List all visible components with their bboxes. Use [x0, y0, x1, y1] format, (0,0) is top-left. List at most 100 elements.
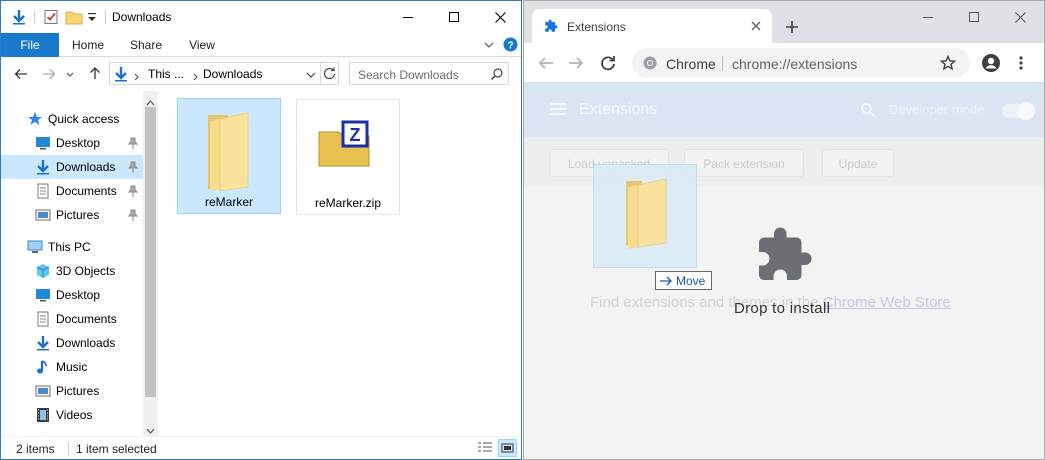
sidebar-item-documents[interactable]: Documents	[1, 179, 143, 203]
tab-view[interactable]: View	[178, 33, 226, 57]
breadcrumb-this-pc[interactable]: This ...	[148, 67, 184, 81]
tab-strip[interactable]: Extensions	[524, 1, 1044, 43]
window-title: Downloads	[112, 10, 172, 24]
more-menu-icon[interactable]	[1016, 55, 1026, 71]
navigation-pane: Quick access Desktop Downloads Documents	[1, 91, 143, 436]
breadcrumb-chevron-icon[interactable]	[192, 70, 200, 81]
close-button[interactable]	[477, 1, 521, 33]
close-tab-icon[interactable]	[750, 20, 762, 32]
address-dropdown-icon[interactable]	[306, 69, 316, 79]
chrome-minimize-button[interactable]	[905, 1, 951, 33]
search-input[interactable]: Search Downloads	[349, 62, 509, 85]
documents-icon	[35, 311, 51, 327]
expand-ribbon-icon[interactable]	[483, 39, 495, 51]
title-bar[interactable]: Downloads	[1, 1, 521, 33]
customize-toolbar-icon[interactable]	[87, 10, 97, 24]
bookmark-star-icon[interactable]	[939, 54, 957, 71]
chrome-close-button[interactable]	[997, 1, 1043, 33]
chrome-maximize-button[interactable]	[951, 1, 997, 33]
developer-mode-toggle[interactable]	[1002, 102, 1035, 120]
sidebar-item-label: Music	[56, 360, 88, 374]
sidebar-item-music[interactable]: Music	[1, 355, 143, 379]
divider	[68, 442, 69, 455]
pin-icon[interactable]	[127, 185, 139, 197]
navigation-scrollbar[interactable]	[143, 91, 158, 436]
omnibox[interactable]: Chrome chrome://extensions	[632, 48, 970, 78]
file-item-folder[interactable]: reMarker	[177, 98, 281, 214]
tab-home[interactable]: Home	[63, 33, 113, 57]
download-arrow-icon[interactable]	[11, 9, 27, 25]
scrollbar-thumb[interactable]	[145, 107, 156, 397]
sidebar-item-pc-pictures[interactable]: Pictures	[1, 379, 143, 403]
sidebar-item-desktop[interactable]: Desktop	[1, 131, 143, 155]
sidebar-item-this-pc[interactable]: This PC	[1, 235, 143, 259]
sidebar-item-quick-access[interactable]: Quick access	[1, 107, 143, 131]
forward-arrow-icon[interactable]	[568, 55, 584, 71]
back-arrow-icon[interactable]	[13, 66, 29, 82]
details-view-icon[interactable]	[477, 441, 493, 455]
reload-icon[interactable]	[600, 55, 616, 71]
file-list[interactable]: reMarker Z reMarker.zip	[158, 91, 521, 436]
address-bar[interactable]: This ... Downloads	[109, 62, 339, 85]
scroll-up-icon[interactable]	[146, 95, 155, 106]
breadcrumb-downloads[interactable]: Downloads	[203, 67, 262, 81]
puzzle-piece-icon	[754, 225, 814, 285]
up-arrow-icon[interactable]	[87, 65, 103, 81]
sidebar-item-label: Desktop	[56, 288, 101, 302]
new-tab-icon[interactable]	[785, 20, 799, 34]
film-icon	[35, 407, 51, 423]
star-icon	[27, 111, 43, 127]
downloads-icon	[35, 159, 51, 175]
tab-extensions[interactable]: Extensions	[532, 9, 772, 43]
pictures-icon	[35, 207, 51, 223]
sidebar-item-pc-documents[interactable]: Documents	[1, 307, 143, 331]
large-icons-view-button[interactable]	[498, 439, 517, 457]
sidebar-item-pc-downloads[interactable]: Downloads	[1, 331, 143, 355]
file-name: reMarker.zip	[314, 196, 382, 210]
pin-icon[interactable]	[127, 209, 139, 221]
move-cursor-badge: Move	[655, 271, 712, 290]
pin-icon[interactable]	[127, 137, 139, 149]
folder-icon	[612, 177, 676, 249]
sidebar-item-label: Documents	[56, 184, 117, 198]
desktop-icon	[35, 135, 51, 151]
forward-arrow-icon[interactable]	[41, 66, 57, 82]
search-icon[interactable]	[860, 102, 876, 118]
drop-to-install-text: Drop to install	[734, 300, 831, 317]
search-icon[interactable]	[490, 67, 504, 81]
minimize-button[interactable]	[385, 1, 431, 33]
downloads-icon	[35, 335, 51, 351]
sidebar-item-videos[interactable]: Videos	[1, 403, 143, 427]
tab-file[interactable]: File	[1, 33, 59, 57]
sidebar-item-pc-desktop[interactable]: Desktop	[1, 283, 143, 307]
refresh-icon[interactable]	[322, 66, 337, 81]
scroll-down-icon[interactable]	[146, 424, 155, 434]
update-button[interactable]: Update	[822, 149, 894, 177]
pack-extension-button[interactable]: Pack extension	[684, 149, 804, 177]
new-folder-icon[interactable]	[65, 9, 83, 25]
drag-preview	[593, 164, 697, 268]
sidebar-item-downloads[interactable]: Downloads	[1, 155, 143, 179]
extensions-page: Extensions Developer mode Load unpacked …	[524, 83, 1044, 459]
sidebar-item-label: Downloads	[56, 160, 116, 174]
properties-icon[interactable]	[43, 9, 59, 25]
breadcrumb-chevron-icon[interactable]	[133, 70, 141, 81]
sidebar-item-pictures[interactable]: Pictures	[1, 203, 143, 227]
sidebar-item-label: Downloads	[56, 336, 116, 350]
hamburger-menu-icon[interactable]	[549, 101, 567, 117]
tab-title: Extensions	[567, 20, 626, 34]
maximize-button[interactable]	[431, 1, 477, 33]
back-arrow-icon[interactable]	[538, 55, 554, 71]
url-text[interactable]: chrome://extensions	[732, 56, 857, 72]
help-icon[interactable]: ?	[503, 37, 518, 52]
pin-icon[interactable]	[127, 161, 139, 173]
downloads-location-icon	[113, 66, 129, 82]
chrome-web-store-link[interactable]: Chrome Web Store	[823, 294, 951, 311]
sidebar-item-label: Videos	[56, 408, 93, 422]
sidebar-item-3d-objects[interactable]: 3D Objects	[1, 259, 143, 283]
profile-avatar-icon[interactable]	[981, 53, 1001, 73]
tab-share[interactable]: Share	[121, 33, 171, 57]
divider	[34, 10, 35, 24]
recent-locations-icon[interactable]	[65, 69, 75, 79]
file-item-zip[interactable]: Z reMarker.zip	[296, 99, 400, 215]
